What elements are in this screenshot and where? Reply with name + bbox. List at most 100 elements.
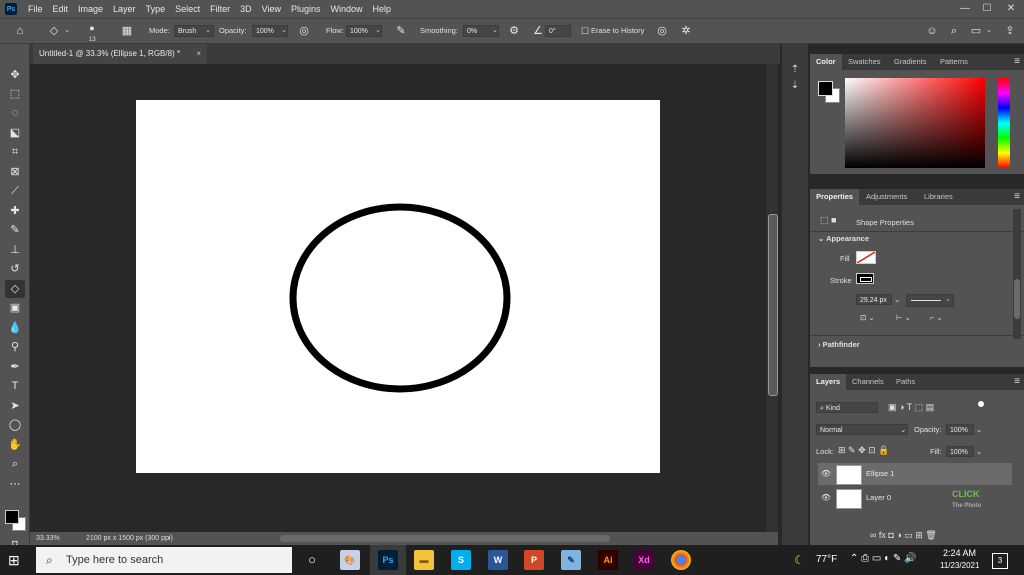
chevron-down-icon[interactable]: ⌄: [894, 295, 900, 304]
home-icon[interactable]: ⌂: [12, 23, 28, 39]
stroke-swatch[interactable]: [856, 273, 874, 284]
illustrator-icon[interactable]: Ai: [598, 550, 618, 570]
horizontal-scrollbar[interactable]: [280, 535, 610, 542]
frame-tool-icon[interactable]: ⊠: [5, 163, 25, 181]
workspace-icon[interactable]: ▭: [968, 23, 984, 39]
gradient-tool-icon[interactable]: ▣: [5, 299, 25, 317]
photoshop-taskbar-icon[interactable]: Ps: [378, 550, 398, 570]
user-icon[interactable]: ☺: [924, 23, 940, 39]
ellipse-shape[interactable]: [136, 100, 660, 473]
weather-icon[interactable]: ☾: [794, 553, 805, 567]
task-view-icon[interactable]: ○: [302, 550, 322, 570]
ellipse-tool-icon[interactable]: ◯: [5, 416, 25, 434]
eraser-preset-icon[interactable]: ◇: [46, 23, 62, 39]
scroll-thumb[interactable]: [768, 214, 778, 396]
tab-patterns[interactable]: Patterns: [934, 54, 974, 70]
symmetry-icon[interactable]: ✲: [678, 23, 694, 39]
chevron-down-icon[interactable]: ⌄: [62, 25, 72, 37]
chevron-down-icon[interactable]: ⌄: [490, 25, 500, 37]
stroke-width-field[interactable]: 29.24 px: [856, 294, 892, 305]
menu-layer[interactable]: Layer: [108, 0, 141, 18]
more-tools-icon[interactable]: ⋯: [5, 475, 25, 493]
chevron-down-icon[interactable]: ⌄: [984, 25, 994, 37]
tab-channels[interactable]: Channels: [846, 374, 890, 390]
windows-start-icon[interactable]: ⊞: [8, 552, 24, 568]
hue-slider[interactable]: [998, 78, 1010, 168]
dodge-tool-icon[interactable]: ⚲: [5, 338, 25, 356]
layer-filter-select[interactable]: ⌕ Kind: [816, 402, 878, 413]
color-field[interactable]: [845, 78, 985, 168]
object-select-tool-icon[interactable]: ⬕: [5, 124, 25, 142]
adjust-panel-icon[interactable]: ⇣: [787, 78, 803, 94]
taskbar-search-box[interactable]: ⌕ Type here to search: [36, 547, 292, 573]
fill-swatch[interactable]: [856, 251, 876, 264]
chevron-down-icon[interactable]: ⌄: [279, 25, 289, 37]
path-selection-tool-icon[interactable]: ➤: [5, 397, 25, 415]
layer-row-ellipse-1[interactable]: 👁 Ellipse 1: [818, 463, 1012, 485]
search-icon[interactable]: ⌕: [946, 23, 962, 39]
chevron-right-icon[interactable]: ›: [168, 532, 170, 545]
panel-menu-icon[interactable]: ≡: [1014, 54, 1020, 70]
brush-tool-icon[interactable]: ✎: [5, 221, 25, 239]
menu-help[interactable]: Help: [368, 0, 397, 18]
xd-icon[interactable]: Xd: [634, 550, 654, 570]
lasso-tool-icon[interactable]: ◌: [5, 104, 25, 122]
layer-bottom-icons[interactable]: ∞ fx ◘ ◑ ▭ ⊞ 🗑: [870, 530, 937, 541]
menu-edit[interactable]: Edit: [48, 0, 74, 18]
blur-tool-icon[interactable]: 💧: [5, 319, 25, 337]
zoom-tool-icon[interactable]: ⌕: [5, 455, 25, 473]
menu-file[interactable]: File: [23, 0, 48, 18]
chevron-down-icon[interactable]: ⌄: [900, 425, 906, 434]
share-icon[interactable]: ⇪: [1002, 23, 1018, 39]
clock-date[interactable]: 11/23/2021: [940, 561, 979, 570]
tab-libraries[interactable]: Libraries: [918, 189, 959, 205]
clock-time[interactable]: 2:24 AM: [943, 548, 976, 558]
menu-window[interactable]: Window: [326, 0, 368, 18]
filter-toggle-icon[interactable]: [978, 401, 984, 407]
layer-fill-field[interactable]: 100%: [946, 446, 974, 457]
eraser-tool-icon[interactable]: ◇: [5, 280, 25, 298]
tab-properties[interactable]: Properties: [810, 189, 860, 205]
eyedropper-tool-icon[interactable]: ⟋: [5, 182, 25, 200]
zoom-level[interactable]: 33.33%: [36, 532, 60, 545]
vertical-scrollbar[interactable]: [766, 64, 778, 532]
appearance-header[interactable]: ⌄ Appearance: [818, 234, 869, 243]
pen-tool-icon[interactable]: ✒: [5, 358, 25, 376]
foreground-color-swatch[interactable]: [5, 510, 19, 524]
blend-mode-select[interactable]: Normal: [816, 424, 908, 435]
layer-name[interactable]: Layer 0: [866, 487, 891, 509]
menu-view[interactable]: View: [257, 0, 286, 18]
eye-icon[interactable]: 👁: [820, 463, 832, 485]
layer-filter-icons[interactable]: ▣ ◑ T ⬚ ▤: [888, 402, 934, 413]
lock-icons[interactable]: ⊞ ✎ ✥ ⊡ 🔒: [838, 445, 889, 456]
tab-adjustments[interactable]: Adjustments: [860, 189, 913, 205]
crop-tool-icon[interactable]: ⌗: [5, 143, 25, 161]
chevron-down-icon[interactable]: ⌄: [203, 25, 213, 37]
tab-paths[interactable]: Paths: [890, 374, 921, 390]
type-tool-icon[interactable]: T: [5, 377, 25, 395]
eye-icon[interactable]: 👁: [820, 487, 832, 509]
stroke-caps-icon[interactable]: ⊢ ⌄: [896, 313, 911, 322]
minimize-button[interactable]: —: [954, 0, 976, 18]
tab-color[interactable]: Color: [810, 54, 842, 70]
stroke-corners-icon[interactable]: ⌐ ⌄: [930, 313, 943, 322]
paint-app-icon[interactable]: 🎨: [340, 550, 360, 570]
marquee-tool-icon[interactable]: ⬚: [5, 85, 25, 103]
document-tab[interactable]: Untitled-1 @ 33.3% (Ellipse 1, RGB/8) * …: [33, 44, 207, 64]
properties-scrollbar[interactable]: [1013, 209, 1021, 339]
history-panel-icon[interactable]: ⇡: [787, 62, 803, 78]
tray-icons[interactable]: ⌃ ⎙ ▭ ◐ ✎ 🔊: [850, 553, 917, 564]
chevron-down-icon[interactable]: ⌄: [976, 447, 982, 456]
healing-brush-tool-icon[interactable]: ✚: [5, 202, 25, 220]
hand-tool-icon[interactable]: ✋: [5, 436, 25, 454]
history-brush-tool-icon[interactable]: ↺: [5, 260, 25, 278]
layer-name[interactable]: Ellipse 1: [866, 463, 894, 485]
menu-type[interactable]: Type: [141, 0, 171, 18]
move-tool-icon[interactable]: ✥: [5, 66, 25, 84]
chrome-icon[interactable]: [671, 550, 691, 570]
panel-menu-icon[interactable]: ≡: [1014, 189, 1020, 205]
close-window-button[interactable]: ✕: [1000, 0, 1022, 18]
pressure-size-icon[interactable]: ◎: [654, 23, 670, 39]
menu-plugins[interactable]: Plugins: [286, 0, 326, 18]
skype-icon[interactable]: S: [451, 550, 471, 570]
